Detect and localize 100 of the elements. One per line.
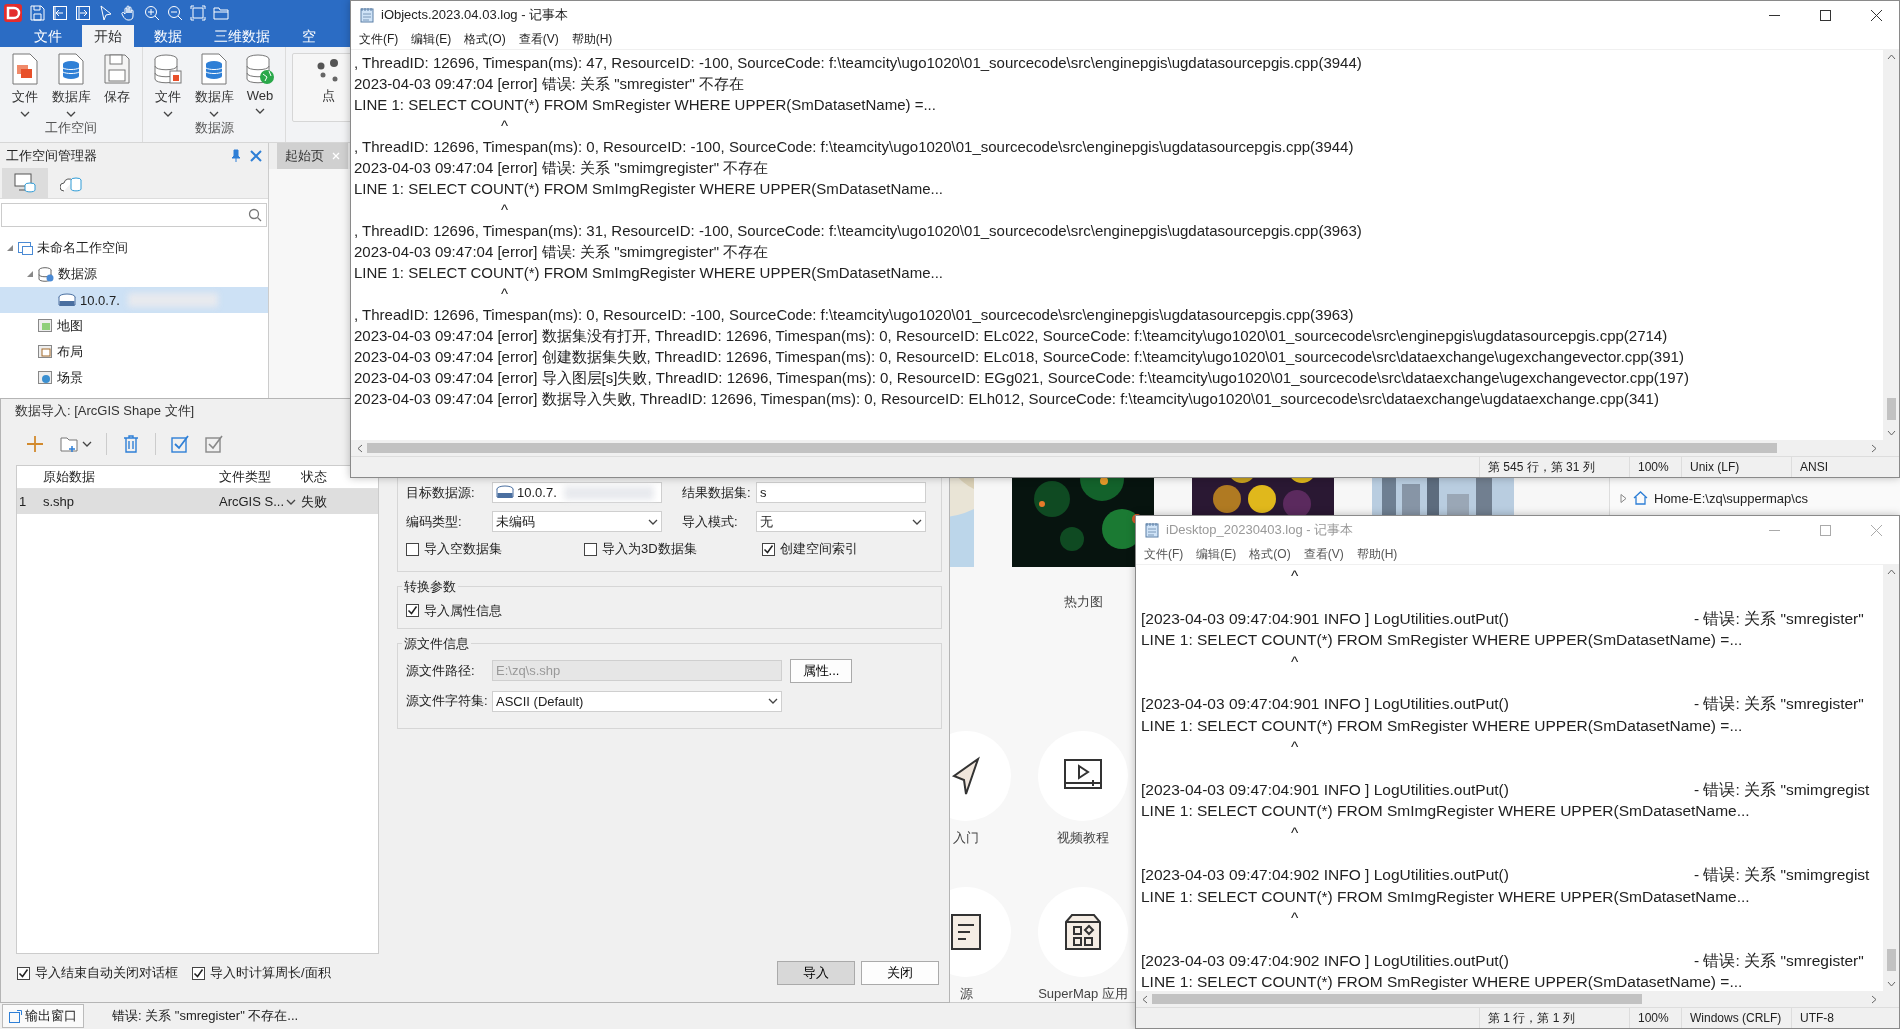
dropdown[interactable]: ASCII (Default) [492,690,782,712]
ribbon-tab[interactable]: 三维数据 [202,25,282,47]
document-tab[interactable]: 起始页 [277,143,348,169]
ribbon-button[interactable]: 数据库 [50,51,92,117]
dialog-button[interactable]: 导入 [777,961,855,985]
scroll-left-icon[interactable] [357,443,363,453]
log-line: LINE 1: SELECT COUNT(*) FROM SmRegister WHERE UPPER(SmDatasetName) =... [354,96,936,113]
checkbox-label[interactable]: 导入时计算周长/面积 [210,964,331,982]
hand-icon[interactable] [121,4,137,21]
checkbox[interactable] [192,966,205,980]
import-icon[interactable] [52,4,68,21]
ribbon-button[interactable]: 文件 [4,51,46,117]
select-all-icon[interactable] [170,434,190,454]
menu-item[interactable]: 格式(O) [464,30,506,48]
tree-item[interactable]: 未命名工作空间 [0,235,268,261]
column-header[interactable]: 原始数据 [39,466,219,488]
open-folder-button[interactable] [59,434,92,454]
ribbon-tab[interactable]: 开始 [82,25,134,47]
save-icon[interactable] [29,4,45,21]
pin-icon[interactable] [231,149,241,162]
checkbox[interactable] [17,966,30,980]
scroll-down-icon[interactable] [1886,430,1896,436]
group-label: 工作空间 [45,119,97,137]
log-line: , ThreadID: 12696, Timespan(ms): 0, ResourceID: -100, SourceCode: f:\teamcity\ugo1020\01_sourcecode\src\enginepgis\ugdatasourcepgis.cpp(3944) [354,138,1354,155]
log-line: 2023-04-03 09:47:04 [error] 导入图层[s]失败, ThreadID: 12696, Timespan(ms): 0, ResourceID: EGg021, SourceCode: f:\teamcity\ugo1020\01_sourcecode\src\dataexchange\ugexchangevector.cpp(197) [354,369,1689,386]
export-icon[interactable] [75,4,91,21]
ribbon-tab[interactable]: 数据 [142,25,194,47]
database-icon [496,485,514,500]
log-line: LINE 1: SELECT COUNT(*) FROM SmRegister WHERE UPPER(SmDatasetName) =... [1141,973,1743,991]
input-field[interactable]: 10.0.7. [492,482,662,503]
checkbox-label[interactable]: 导入属性信息 [424,601,502,620]
table-row[interactable]: 1 s.shp ArcGIS S... 失败 [17,489,378,514]
scroll-thumb[interactable] [367,443,1777,453]
zoom-out-icon[interactable] [167,4,183,21]
menu-item[interactable]: 帮助(H) [571,30,613,48]
properties-button[interactable]: 属性... [790,658,852,683]
log-line: , ThreadID: 12696, Timespan(ms): 31, ResourceID: -100, SourceCode: f:\teamcity\ugo1020\01_sourcecode\src\enginepgis\ugdatasourcepgis.cpp(3963) [354,222,1362,239]
zoom-in-icon[interactable] [144,4,160,21]
ribbon-tab[interactable]: 空 [290,25,328,47]
row-number: 1 [18,494,28,509]
vertical-scrollbar[interactable] [1883,50,1899,440]
status-text: UTF-8 [1791,1008,1899,1028]
pointer-icon[interactable] [98,4,114,21]
checkbox-label[interactable]: 创建空间索引 [780,540,858,558]
panel-tab[interactable] [2,168,48,198]
input-field[interactable]: s [756,482,926,503]
tree-item[interactable]: 布局 [0,339,268,365]
tree-item[interactable]: 地图 [0,313,268,339]
checkbox[interactable] [406,542,419,556]
scroll-thumb[interactable] [1886,398,1896,420]
database-icon [200,53,228,85]
tree-item[interactable]: 10.0.7. [0,287,268,313]
log-line: [2023-04-03 09:47:04:901 INFO ] LogUtilities.outPut() [1141,694,1510,715]
status-text: ANSI [1791,457,1899,477]
document-icon [11,53,39,85]
menu-item[interactable]: 文件(F) [359,30,399,48]
tree-item[interactable]: 数据源 [0,261,268,287]
column-header[interactable]: 状态 [299,466,341,488]
horizontal-scrollbar[interactable] [351,440,1899,456]
log-line: ^ [501,117,509,134]
menu-item[interactable]: 查看(V) [518,30,559,48]
delete-icon[interactable] [121,434,141,454]
checkbox[interactable] [584,542,597,556]
log-line: [2023-04-03 09:47:04:902 INFO ] LogUtilities.outPut() [1141,951,1510,972]
checkbox[interactable] [762,542,775,556]
folder-icon[interactable] [213,4,229,21]
scroll-right-icon[interactable] [1871,443,1877,453]
output-window-button[interactable]: 输出窗口 [2,1004,84,1028]
dropdown[interactable]: 无 [756,511,926,532]
ribbon-tab[interactable]: 文件 [22,25,74,47]
scroll-up-icon[interactable] [1886,54,1896,60]
status-text: 100% [1629,1008,1681,1028]
add-icon[interactable] [25,434,45,454]
checkbox[interactable] [406,604,419,617]
log-message: - 错误: 关系 "smregister" [1694,609,1864,627]
dialog-button[interactable]: 关闭 [861,961,939,985]
search-field[interactable] [1,203,267,227]
folder-path-item[interactable]: Home-E:\zq\suppermap\cs [1610,486,1900,510]
ribbon-button[interactable]: Web [239,51,281,117]
tree-item[interactable]: 场景 [0,365,268,391]
close-icon[interactable] [250,149,262,162]
ribbon-button[interactable]: 保存 [96,51,138,117]
column-header[interactable]: 文件类型 [219,466,299,488]
checkbox-label[interactable]: 导入空数据集 [424,540,502,558]
checkbox-label[interactable]: 导入结束自动关闭对话框 [35,964,178,982]
map-icon [38,319,53,333]
file-type-dropdown[interactable]: ArcGIS S... [219,494,299,509]
search-icon [248,208,262,222]
dropdown[interactable]: 未编码 [492,511,662,532]
log-line: 2023-04-03 09:47:04 [error] 错误: 关系 "smimgregister" 不存在 [354,243,769,260]
ribbon-button[interactable]: 点 [307,56,349,105]
ribbon-button[interactable]: 文件 [147,51,189,117]
points-icon [315,58,341,84]
save-icon [103,53,131,85]
checkbox-label[interactable]: 导入为3D数据集 [602,540,697,558]
checkbox-icon[interactable] [204,434,224,454]
full-extent-icon[interactable] [190,4,206,21]
group-title: 转换参数 [403,577,457,596]
menu-item[interactable]: 编辑(E) [411,30,452,48]
ribbon-button[interactable]: 数据库 [193,51,235,117]
